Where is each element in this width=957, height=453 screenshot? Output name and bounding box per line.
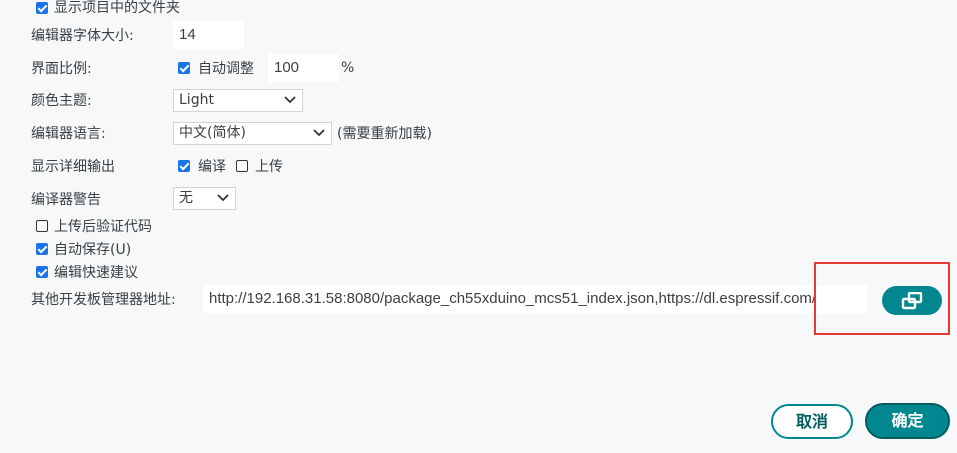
auto-scale-checkbox[interactable] [178, 62, 190, 74]
editor-font-size-label: 编辑器字体大小: [31, 28, 134, 44]
compiler-warnings-label: 编译器警告 [31, 192, 101, 208]
theme-select-value: Light [179, 92, 214, 108]
board-urls-label: 其他开发板管理器地址: [31, 292, 176, 308]
theme-label: 颜色主题: [31, 93, 92, 109]
edit-board-urls-button[interactable] [882, 286, 942, 315]
language-select[interactable]: 中文(简体) [173, 122, 332, 145]
theme-select[interactable]: Light [173, 89, 303, 112]
verbose-output-label: 显示详细输出 [31, 159, 115, 175]
chevron-down-icon [313, 129, 325, 137]
verbose-compile-checkbox[interactable] [178, 160, 190, 172]
interface-scale-unit: % [341, 60, 355, 76]
quick-suggestions-checkbox[interactable] [36, 266, 48, 278]
ok-button[interactable]: 确定 [865, 403, 950, 439]
open-window-icon [901, 292, 923, 310]
verify-after-upload-checkbox[interactable] [36, 220, 48, 232]
language-label: 编辑器语言: [31, 126, 106, 142]
chevron-down-icon [217, 194, 229, 202]
compiler-warnings-select-value: 无 [179, 190, 193, 206]
cancel-button[interactable]: 取消 [771, 404, 853, 439]
chevron-down-icon [284, 96, 296, 104]
auto-scale-label: 自动调整 [198, 61, 254, 77]
language-select-value: 中文(简体) [179, 125, 246, 141]
auto-save-label: 自动保存(U) [54, 242, 132, 258]
compiler-warnings-select[interactable]: 无 [173, 187, 236, 210]
quick-suggestions-label: 编辑快速建议 [54, 265, 138, 281]
show-sketch-folder-checkbox[interactable] [36, 2, 48, 14]
auto-save-checkbox[interactable] [36, 243, 48, 255]
language-reload-note: (需要重新加载) [337, 126, 432, 142]
editor-font-size-input[interactable]: 14 [173, 21, 244, 49]
verbose-upload-checkbox[interactable] [236, 160, 248, 172]
board-urls-input[interactable]: http://192.168.31.58:8080/package_ch55xd… [203, 285, 867, 313]
verbose-compile-label: 编译 [198, 159, 226, 175]
interface-scale-label: 界面比例: [31, 61, 92, 77]
verify-after-upload-label: 上传后验证代码 [54, 219, 152, 235]
interface-scale-input[interactable]: 100 [268, 54, 339, 82]
verbose-upload-label: 上传 [255, 159, 283, 175]
show-sketch-folder-label: 显示项目中的文件夹 [54, 0, 180, 16]
